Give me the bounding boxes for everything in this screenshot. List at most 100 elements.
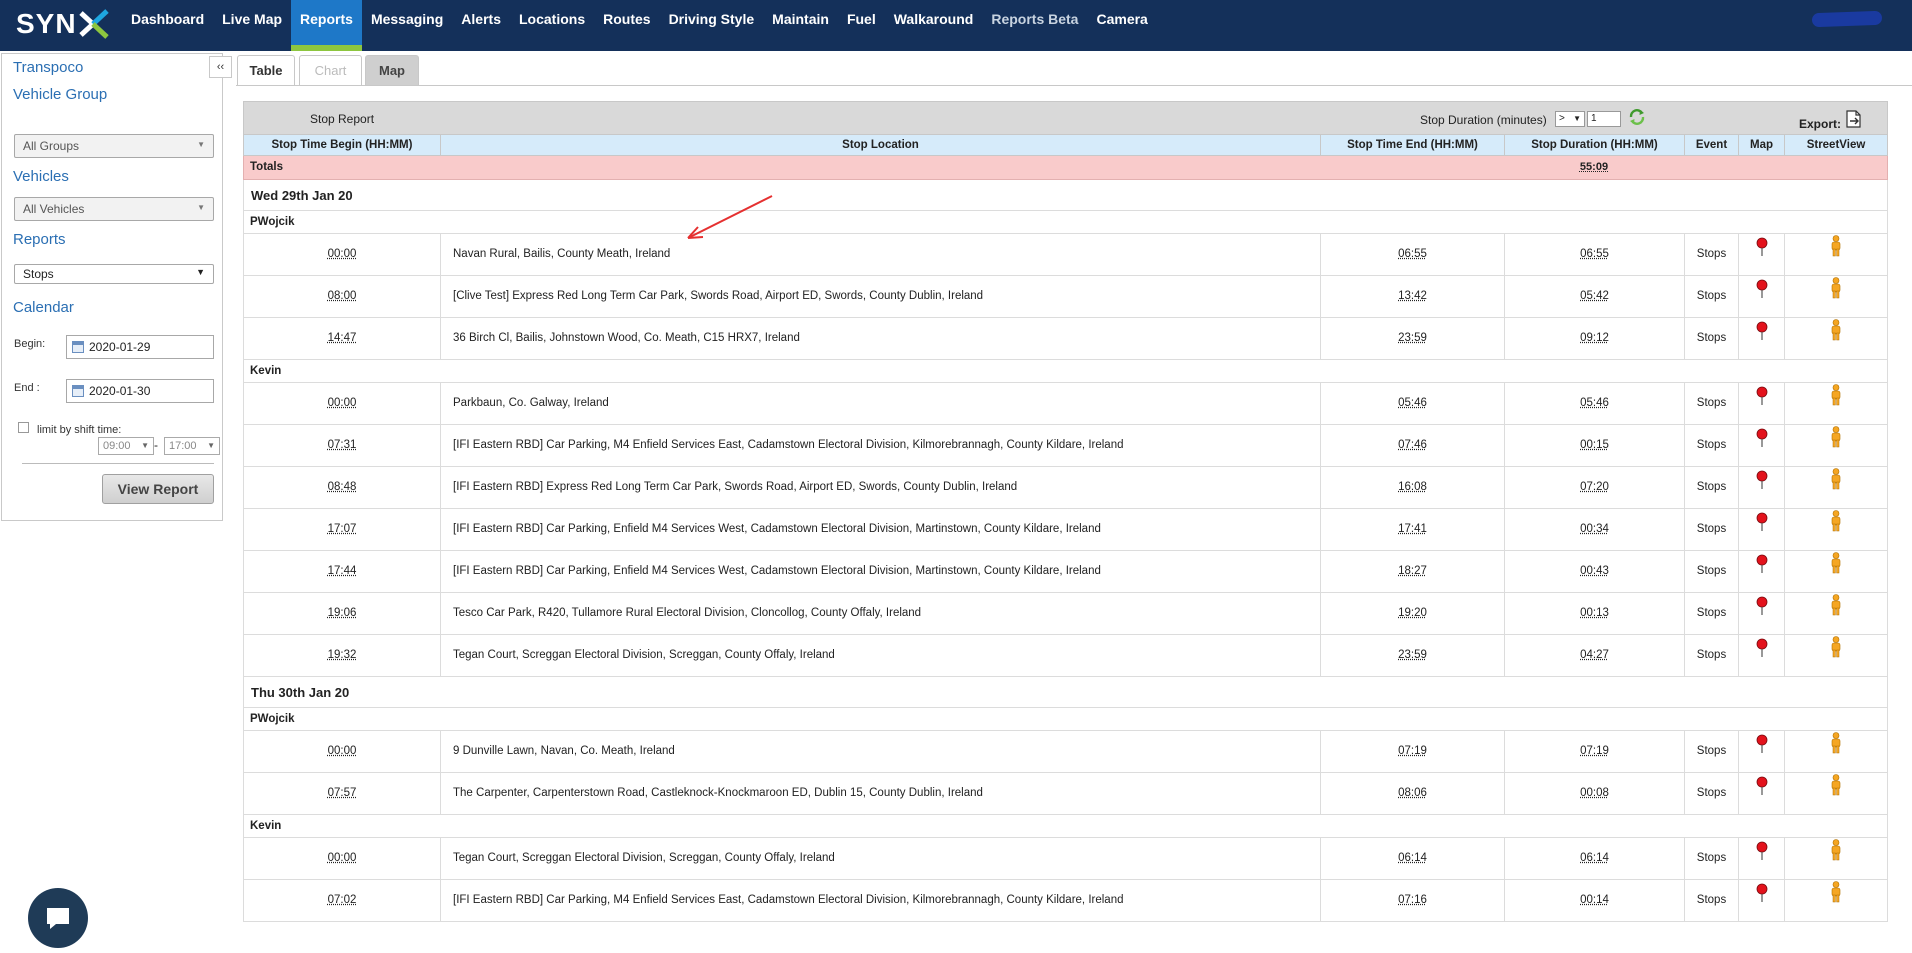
view-report-button[interactable]: View Report <box>102 474 214 504</box>
nav-alerts[interactable]: Alerts <box>452 0 510 51</box>
map-pin-icon[interactable] <box>1756 467 1768 508</box>
map-pin-icon[interactable] <box>1756 838 1768 879</box>
map-pin-icon[interactable] <box>1756 383 1768 424</box>
stop-begin-time[interactable]: 00:00 <box>328 248 357 260</box>
calendar-icon[interactable] <box>72 341 84 353</box>
stop-begin-time[interactable]: 07:31 <box>328 439 357 451</box>
map-pin-icon[interactable] <box>1756 773 1768 814</box>
streetview-person-icon[interactable] <box>1829 425 1843 466</box>
stop-end-time[interactable]: 19:20 <box>1398 607 1427 619</box>
map-pin-icon[interactable] <box>1756 551 1768 592</box>
stop-duration[interactable]: 00:13 <box>1580 607 1609 619</box>
stop-end-time[interactable]: 13:42 <box>1398 290 1427 302</box>
map-pin-icon[interactable] <box>1756 318 1768 359</box>
map-pin-icon[interactable] <box>1756 234 1768 275</box>
stop-begin-time[interactable]: 17:44 <box>328 565 357 577</box>
map-pin-icon[interactable] <box>1756 425 1768 466</box>
stop-end-time[interactable]: 06:55 <box>1398 248 1427 260</box>
stop-duration[interactable]: 06:14 <box>1580 852 1609 864</box>
stop-begin-time[interactable]: 07:02 <box>328 894 357 906</box>
map-pin-icon[interactable] <box>1756 276 1768 317</box>
stop-begin-time[interactable]: 14:47 <box>328 332 357 344</box>
stop-end-time[interactable]: 08:06 <box>1398 787 1427 799</box>
streetview-person-icon[interactable] <box>1829 593 1843 634</box>
map-pin-icon[interactable] <box>1756 635 1768 676</box>
stop-duration[interactable]: 00:08 <box>1580 787 1609 799</box>
streetview-person-icon[interactable] <box>1829 467 1843 508</box>
nav-live-map[interactable]: Live Map <box>213 0 291 51</box>
stop-end-time[interactable]: 06:14 <box>1398 852 1427 864</box>
refresh-icon[interactable] <box>1628 108 1646 126</box>
report-type-select[interactable]: Stops ▼ <box>14 264 214 284</box>
nav-messaging[interactable]: Messaging <box>362 0 452 51</box>
stop-end-time[interactable]: 16:08 <box>1398 481 1427 493</box>
export-icon[interactable] <box>1846 110 1862 128</box>
stop-begin-time[interactable]: 19:32 <box>328 649 357 661</box>
collapse-panel-button[interactable]: ‹‹ <box>209 56 232 78</box>
col-event[interactable]: Event <box>1684 135 1738 155</box>
nav-reports-beta[interactable]: Reports Beta <box>982 0 1087 51</box>
shift-start-select[interactable]: 09:00 ▼ <box>98 437 154 455</box>
streetview-person-icon[interactable] <box>1829 276 1843 317</box>
vehicles-select[interactable]: All Vehicles ▼ <box>14 197 214 221</box>
col-stop-time-end[interactable]: Stop Time End (HH:MM) <box>1320 135 1504 155</box>
stop-duration[interactable]: 00:15 <box>1580 439 1609 451</box>
nav-fuel[interactable]: Fuel <box>838 0 885 51</box>
map-pin-icon[interactable] <box>1756 593 1768 634</box>
shift-time-checkbox[interactable] <box>18 422 29 433</box>
stop-begin-time[interactable]: 00:00 <box>328 852 357 864</box>
end-date-input[interactable]: 2020-01-30 <box>66 379 214 403</box>
stop-duration[interactable]: 07:19 <box>1580 745 1609 757</box>
stop-end-time[interactable]: 05:46 <box>1398 397 1427 409</box>
map-pin-icon[interactable] <box>1756 509 1768 550</box>
stop-duration[interactable]: 06:55 <box>1580 248 1609 260</box>
nav-reports[interactable]: Reports <box>291 0 362 51</box>
stop-end-time[interactable]: 07:46 <box>1398 439 1427 451</box>
tab-table[interactable]: Table <box>237 55 295 86</box>
nav-walkaround[interactable]: Walkaround <box>885 0 983 51</box>
stop-duration[interactable]: 00:14 <box>1580 894 1609 906</box>
stop-end-time[interactable]: 18:27 <box>1398 565 1427 577</box>
vehicle-group-select[interactable]: All Groups ▼ <box>14 134 214 158</box>
streetview-person-icon[interactable] <box>1829 635 1843 676</box>
stop-duration[interactable]: 09:12 <box>1580 332 1609 344</box>
tab-chart[interactable]: Chart <box>299 55 362 86</box>
nav-maintain[interactable]: Maintain <box>763 0 838 51</box>
stop-duration[interactable]: 04:27 <box>1580 649 1609 661</box>
begin-date-input[interactable]: 2020-01-29 <box>66 335 214 359</box>
stop-duration[interactable]: 07:20 <box>1580 481 1609 493</box>
redacted-user-name[interactable] <box>1811 10 1883 28</box>
stop-begin-time[interactable]: 07:57 <box>328 787 357 799</box>
streetview-person-icon[interactable] <box>1829 838 1843 879</box>
stop-duration-operator-select[interactable]: > ▼ <box>1555 111 1585 127</box>
streetview-person-icon[interactable] <box>1829 318 1843 359</box>
stop-duration[interactable]: 00:34 <box>1580 523 1609 535</box>
stop-end-time[interactable]: 23:59 <box>1398 332 1427 344</box>
nav-dashboard[interactable]: Dashboard <box>122 0 213 51</box>
streetview-person-icon[interactable] <box>1829 773 1843 814</box>
stop-begin-time[interactable]: 08:48 <box>328 481 357 493</box>
stop-duration-input[interactable]: 1 <box>1587 111 1621 127</box>
map-pin-icon[interactable] <box>1756 880 1768 921</box>
streetview-person-icon[interactable] <box>1829 383 1843 424</box>
stop-duration[interactable]: 05:46 <box>1580 397 1609 409</box>
nav-driving-style[interactable]: Driving Style <box>660 0 764 51</box>
stop-begin-time[interactable]: 00:00 <box>328 745 357 757</box>
map-pin-icon[interactable] <box>1756 731 1768 772</box>
stop-begin-time[interactable]: 00:00 <box>328 397 357 409</box>
company-name[interactable]: Transpoco <box>13 59 83 76</box>
col-stop-time-begin[interactable]: Stop Time Begin (HH:MM) <box>244 135 440 155</box>
stop-end-time[interactable]: 17:41 <box>1398 523 1427 535</box>
stop-duration[interactable]: 05:42 <box>1580 290 1609 302</box>
chat-widget-button[interactable] <box>28 888 88 948</box>
col-stop-location[interactable]: Stop Location <box>440 135 1320 155</box>
shift-end-select[interactable]: 17:00 ▼ <box>164 437 220 455</box>
stop-duration[interactable]: 00:43 <box>1580 565 1609 577</box>
stop-begin-time[interactable]: 08:00 <box>328 290 357 302</box>
nav-locations[interactable]: Locations <box>510 0 594 51</box>
stop-end-time[interactable]: 23:59 <box>1398 649 1427 661</box>
stop-begin-time[interactable]: 19:06 <box>328 607 357 619</box>
nav-camera[interactable]: Camera <box>1087 0 1156 51</box>
streetview-person-icon[interactable] <box>1829 731 1843 772</box>
streetview-person-icon[interactable] <box>1829 880 1843 921</box>
